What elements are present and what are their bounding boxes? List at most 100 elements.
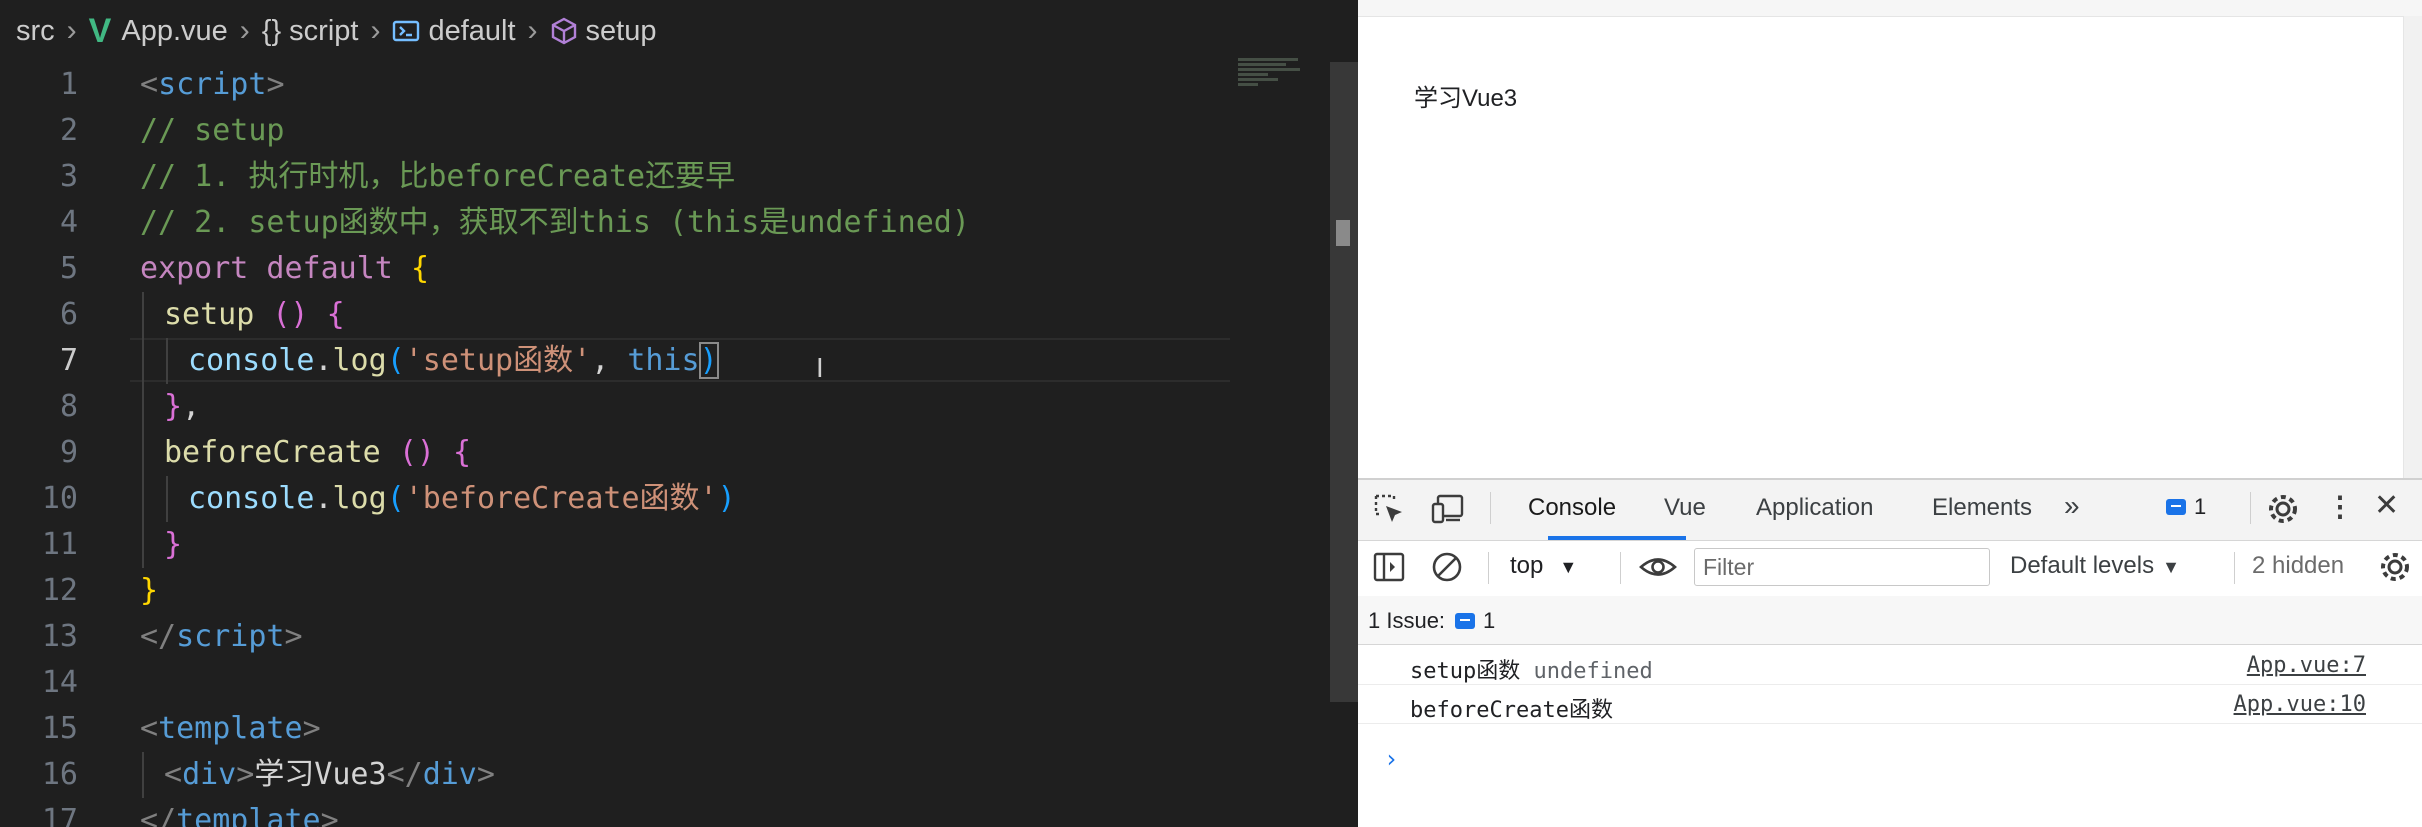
console-message-value: undefined — [1533, 659, 1653, 684]
code-token: console — [188, 343, 315, 378]
chevron-right-icon: › — [370, 14, 381, 47]
code-token: > — [302, 711, 321, 746]
code-editor[interactable]: src › V App.vue › {} script › default › … — [0, 0, 1358, 827]
chevron-right-icon: › — [239, 14, 250, 47]
code-token: , — [591, 343, 628, 378]
tab-vue[interactable]: Vue — [1664, 494, 1706, 522]
code-token: setup — [164, 297, 273, 332]
page-content-text: 学习Vue3 — [1414, 85, 1518, 112]
code-line[interactable]: 13 </script> — [0, 614, 1330, 660]
code-token: log — [332, 343, 387, 378]
code-line[interactable]: 11} — [0, 522, 1330, 568]
code-line[interactable]: 8}, — [0, 384, 1330, 430]
code-text: // 1. 执行时机，比beforeCreate还要早 — [140, 154, 735, 200]
indent-guide — [142, 522, 144, 568]
breadcrumb-default[interactable]: default — [392, 15, 516, 48]
method-cube-icon — [551, 17, 576, 45]
inspect-element-icon[interactable] — [1372, 492, 1406, 531]
issues-count: 1 — [1483, 608, 1496, 633]
code-line[interactable]: 15 <template> — [0, 706, 1330, 752]
code-token: { — [326, 297, 345, 332]
code-token: () — [398, 435, 435, 470]
close-icon[interactable]: ✕ — [2374, 488, 2399, 523]
eye-icon[interactable] — [1638, 550, 1678, 589]
breadcrumb-script[interactable]: {} script — [262, 15, 359, 48]
console-message-text: setup函数 undefined — [1410, 659, 1653, 684]
context-selector-label: top — [1510, 552, 1544, 579]
variable-icon — [393, 20, 420, 42]
code-line[interactable]: 1 <script> — [0, 62, 1330, 108]
breadcrumb-file-label: App.vue — [121, 14, 228, 47]
code-token: < — [140, 67, 159, 102]
code-line[interactable]: 4 // 2. setup函数中，获取不到this (this是undefined… — [0, 200, 1330, 246]
editor-scrollbar[interactable] — [1330, 62, 1358, 702]
code-line[interactable]: 7 console.log('setup函数', this) I — [0, 338, 1330, 384]
console-source-link[interactable]: App.vue:7 — [2247, 653, 2366, 678]
code-line[interactable]: 16 <div>学习Vue3</div> — [0, 752, 1330, 798]
sidebar-toggle-icon[interactable] — [1372, 550, 1406, 589]
code-line[interactable]: 3 // 1. 执行时机，比beforeCreate还要早 — [0, 154, 1330, 200]
log-levels-dropdown[interactable]: Default levels ▼ — [2010, 552, 2180, 580]
code-line[interactable]: 6 setup () { — [0, 292, 1330, 338]
code-token: script — [176, 619, 285, 654]
console-settings-gear-icon[interactable] — [2378, 550, 2412, 589]
context-selector[interactable]: top ▼ — [1510, 552, 1577, 580]
code-token: 学习Vue3 — [254, 757, 387, 792]
code-line[interactable]: 12} — [0, 568, 1330, 614]
code-text: <template> — [140, 706, 321, 752]
console-prompt[interactable]: › — [1384, 745, 1398, 773]
code-line[interactable]: 14 — [0, 660, 1330, 706]
code-token: , — [182, 389, 201, 424]
code-line[interactable]: 17 </template> — [0, 798, 1330, 827]
line-number: 1 — [59, 67, 78, 102]
line-number: 9 — [59, 435, 78, 470]
code-token: . — [314, 343, 333, 378]
devtools-tabbar: Console Vue Application Elements » 1 ⋮ ✕ — [1358, 480, 2422, 541]
caret-down-icon: ▼ — [1559, 557, 1578, 577]
issues-label: 1 Issue: — [1368, 608, 1446, 633]
code-token: > — [266, 67, 285, 102]
indent-guide — [166, 476, 168, 522]
breadcrumb-src[interactable]: src — [16, 15, 55, 48]
line-number: 17 — [41, 803, 78, 827]
line-number: 5 — [59, 251, 78, 286]
minimap[interactable] — [1238, 58, 1308, 106]
indent-guide — [142, 338, 144, 384]
code-token: < — [140, 711, 159, 746]
issues-bar[interactable]: 1 Issue: 1 — [1358, 596, 2422, 645]
code-line[interactable]: 5 export default { — [0, 246, 1330, 292]
page-scrollbar[interactable] — [2403, 16, 2422, 478]
code-line[interactable]: 9 beforeCreate () { — [0, 430, 1330, 476]
code-token: () — [272, 297, 309, 332]
scrollbar-thumb[interactable] — [1336, 220, 1350, 246]
gear-icon[interactable] — [2266, 492, 2300, 531]
code-area[interactable]: 1 < script > 2// setup 3 // 1. 执行时机，比beforeCre… — [0, 62, 1330, 827]
caret-down-icon: ▼ — [2162, 557, 2180, 577]
device-toolbar-icon[interactable] — [1430, 492, 1466, 531]
line-number: 4 — [59, 205, 78, 240]
code-text: <div>学习Vue3</div> — [164, 752, 495, 798]
code-token: // 1. 执行时机，比beforeCreate还要早 — [140, 159, 736, 194]
more-tabs-icon[interactable]: » — [2064, 490, 2080, 522]
console-source-link[interactable]: App.vue:10 — [2234, 692, 2366, 717]
code-line[interactable]: 2 // setup — [0, 108, 1330, 154]
line-number: 3 — [59, 159, 78, 194]
code-line[interactable]: 10 console.log('beforeCreate函数') — [0, 476, 1330, 522]
breadcrumb: src › V App.vue › {} script › default › … — [0, 0, 1330, 62]
breadcrumb-file[interactable]: V App.vue — [89, 12, 228, 51]
chevron-right-icon: › — [66, 14, 77, 47]
kebab-menu-icon[interactable]: ⋮ — [2326, 490, 2354, 523]
code-token: div — [422, 757, 477, 792]
breadcrumb-setup[interactable]: setup — [550, 14, 657, 48]
tab-elements[interactable]: Elements — [1932, 494, 2032, 522]
tab-application[interactable]: Application — [1756, 494, 1873, 522]
console-message: beforeCreate函数 App.vue:10 — [1358, 685, 2422, 724]
filter-input[interactable] — [1694, 548, 1990, 586]
breadcrumb-setup-label: setup — [585, 14, 657, 47]
clear-console-icon[interactable] — [1430, 550, 1464, 589]
divider — [1620, 552, 1621, 584]
divider — [1488, 552, 1489, 584]
tab-console[interactable]: Console — [1528, 494, 1616, 522]
issues-badge-button[interactable]: 1 — [2158, 490, 2214, 524]
issues-summary[interactable]: 1 Issue: 1 — [1368, 608, 1495, 634]
